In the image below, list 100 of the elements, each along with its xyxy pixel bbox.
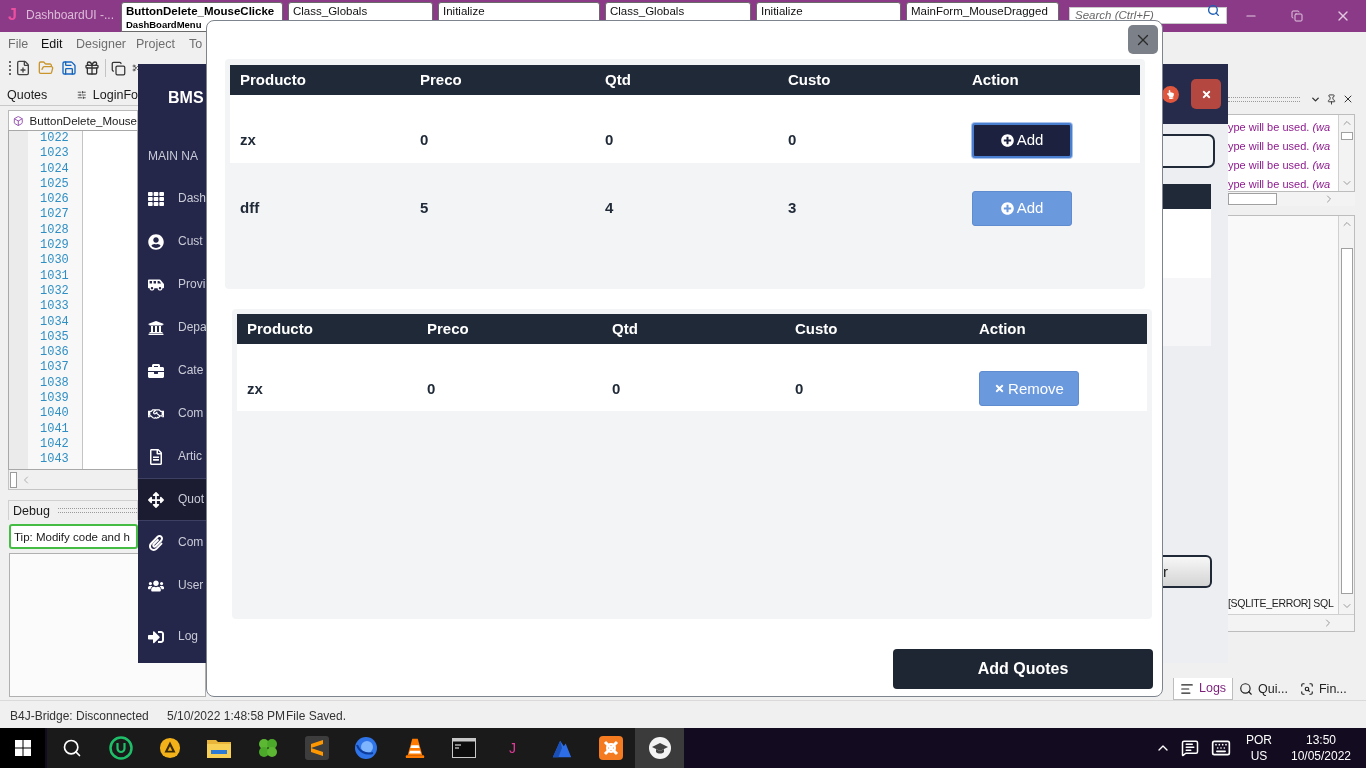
- nav-item[interactable]: Cate: [138, 349, 206, 392]
- line-number: 1022: [40, 131, 69, 147]
- outlined-button[interactable]: [1163, 134, 1215, 168]
- magnifier-icon: [1239, 682, 1254, 696]
- line-number: 1035: [40, 329, 69, 346]
- language-indicator[interactable]: POR US: [1242, 732, 1276, 764]
- bank-icon: [148, 319, 164, 336]
- document-icon: [148, 448, 164, 465]
- panel-tab[interactable]: LoginFo: [92, 87, 138, 103]
- horizontal-scrollbar[interactable]: [1228, 614, 1354, 631]
- menu-item[interactable]: File: [8, 37, 29, 51]
- line-number: 1041: [40, 421, 69, 437]
- close-icon: [1200, 88, 1212, 100]
- nav-heading: MAIN NA: [148, 149, 199, 163]
- nav-item[interactable]: Dash: [138, 177, 206, 220]
- line-number: 1037: [40, 360, 69, 376]
- keyboard-icon[interactable]: [1209, 738, 1233, 758]
- grid-icon: [148, 190, 164, 207]
- table-cell: dff: [240, 199, 260, 216]
- table-cell: 0: [605, 131, 614, 148]
- line-number: 1029: [40, 238, 69, 254]
- panel-tab[interactable]: Qui...: [1233, 678, 1294, 700]
- notification-icon[interactable]: [1181, 739, 1199, 757]
- tip-field[interactable]: Tip: Modify code and h: [9, 524, 138, 549]
- line-number: 1042: [40, 436, 69, 453]
- column-header: Custo: [795, 320, 838, 337]
- scroll-thumb[interactable]: [1340, 132, 1353, 140]
- table-cell: zx: [240, 131, 256, 148]
- close-button[interactable]: [1191, 79, 1221, 109]
- table-cell: 4: [605, 199, 614, 216]
- graduation-cap-icon: [647, 736, 672, 760]
- horizontal-scrollbar[interactable]: [8, 470, 138, 490]
- column-header: Qtd: [612, 320, 638, 337]
- log-line: ype will be used. (wa: [1228, 139, 1331, 154]
- status-text: B4J-Bridge: Disconnected: [10, 708, 149, 723]
- taskbar-app-button[interactable]: J: [488, 728, 537, 768]
- taskbar-app-button[interactable]: [635, 728, 684, 768]
- line-number: 1024: [40, 161, 69, 177]
- search-icon: [61, 738, 82, 758]
- scroll-thumb[interactable]: [1340, 248, 1353, 594]
- panel-title: Debug: [13, 502, 50, 519]
- sliders-icon: [77, 88, 87, 102]
- new-file-icon[interactable]: [15, 60, 31, 76]
- line-number: 1023: [40, 146, 69, 162]
- panel-grip[interactable]: [1228, 96, 1300, 102]
- search-icon: [1207, 4, 1220, 17]
- nav-item[interactable]: Log: [138, 615, 206, 658]
- close-icon[interactable]: [1342, 93, 1354, 105]
- nav-item[interactable]: Com: [138, 521, 206, 564]
- line-number: 1028: [40, 222, 69, 239]
- copy-icon[interactable]: [111, 60, 126, 76]
- menu-item[interactable]: To: [189, 37, 203, 51]
- menu-item[interactable]: Edit: [41, 37, 63, 51]
- log-line: [SQLITE_ERROR] SQL: [1228, 596, 1334, 611]
- line-number: 1033: [40, 299, 69, 315]
- angle-tile-icon: [304, 736, 329, 760]
- status-text: 5/10/2022 1:48:58 PM: [167, 708, 286, 723]
- line-number: 1039: [40, 391, 69, 407]
- sign-in-icon: [148, 628, 164, 645]
- ring-logo-icon: [108, 736, 133, 760]
- add-quotes-button[interactable]: Add Quotes: [893, 649, 1153, 689]
- menu-item[interactable]: Designer: [76, 37, 127, 51]
- gift-icon[interactable]: [84, 60, 100, 76]
- nav-item[interactable]: User: [138, 564, 206, 607]
- pin-icon[interactable]: [1326, 93, 1337, 105]
- cube-icon: [13, 114, 24, 127]
- panel-grip[interactable]: [57, 508, 137, 513]
- nav-item[interactable]: Quot: [138, 478, 206, 521]
- save-icon[interactable]: [61, 60, 77, 76]
- module-tab[interactable]: ButtonDelete_Mouse: [8, 110, 138, 130]
- table-cell: 0: [612, 379, 621, 397]
- column-header: Preco: [427, 320, 469, 337]
- add-button[interactable]: Add: [972, 122, 1072, 158]
- menu-item[interactable]: Project: [136, 37, 175, 51]
- close-button[interactable]: [1128, 25, 1158, 54]
- nav-item[interactable]: Cust: [138, 220, 206, 263]
- panel-tab[interactable]: Fin...: [1294, 678, 1353, 700]
- list-lines-icon: [1180, 681, 1194, 696]
- nav-item[interactable]: Artic: [138, 435, 206, 478]
- clock[interactable]: 13:50 10/05/2022: [1290, 732, 1352, 764]
- start-button[interactable]: [0, 728, 45, 768]
- panel-tab[interactable]: Logs: [1173, 678, 1234, 700]
- briefcase-icon: [148, 362, 164, 379]
- table-cell: 5: [420, 199, 429, 216]
- app-logo: J: [8, 5, 18, 25]
- tile-logo-icon: [598, 736, 623, 760]
- sphere-logo-icon: [353, 736, 378, 760]
- van-icon: [148, 276, 164, 293]
- triangle-logo-icon: [158, 737, 181, 759]
- column-header: Action: [972, 71, 1019, 88]
- panel-tab[interactable]: Quotes: [7, 87, 48, 103]
- nav-item[interactable]: Com: [138, 392, 206, 435]
- line-number: 1038: [40, 375, 69, 392]
- line-number: 1031: [40, 268, 69, 284]
- nav-item[interactable]: Provi: [138, 263, 206, 306]
- log-line: ype will be used. (wa: [1228, 158, 1331, 173]
- side-button[interactable]: r: [1163, 555, 1212, 588]
- column-header: Producto: [247, 320, 313, 337]
- nav-item[interactable]: Depa: [138, 306, 206, 349]
- terminal-icon: [451, 738, 476, 758]
